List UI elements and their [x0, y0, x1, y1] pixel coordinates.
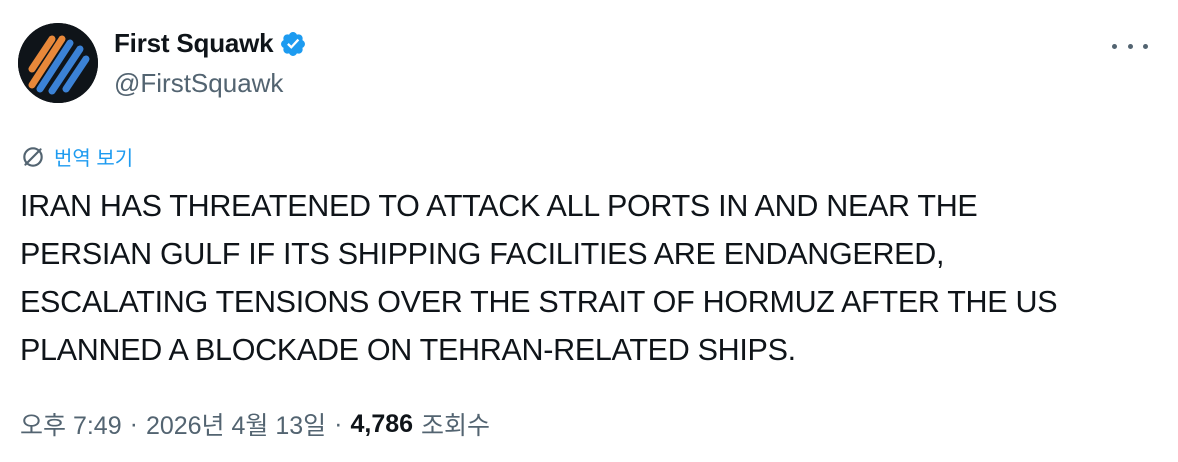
- tweet-text: IRAN HAS THREATENED TO ATTACK ALL PORTS …: [20, 182, 1140, 374]
- verified-badge-icon[interactable]: [279, 30, 307, 58]
- author-handle[interactable]: @FirstSquawk: [114, 68, 283, 99]
- author-name-row: First Squawk: [114, 28, 307, 59]
- tweet-text-line: ESCALATING TENSIONS OVER THE STRAIT OF H…: [20, 285, 1058, 319]
- tweet-time[interactable]: 오후 7:49: [20, 406, 122, 442]
- meta-separator: ·: [129, 409, 138, 438]
- tweet-text-line: PLANNED A BLOCKADE ON TEHRAN-RELATED SHI…: [20, 333, 796, 367]
- globe-translate-icon: [23, 146, 43, 167]
- views-label: 조회수: [421, 412, 491, 440]
- more-dot: [1127, 43, 1133, 49]
- more-dot: [1112, 43, 1117, 49]
- more-dot: [1143, 43, 1148, 49]
- meta-separator: ·: [334, 409, 343, 438]
- tweet-text-line: IRAN HAS THREATENED TO ATTACK ALL PORTS …: [20, 189, 978, 223]
- translate-link[interactable]: 번역 보기: [20, 142, 133, 171]
- tweet-meta: 오후 7:49 · 2026년 4월 13일 · 4,786 조회수: [20, 406, 490, 442]
- tweet-text-line: PERSIAN GULF IF ITS SHIPPING FACILITIES …: [20, 237, 945, 271]
- tweet-date[interactable]: 2026년 4월 13일: [146, 406, 326, 442]
- tweet-card: First Squawk @FirstSquawk 번역 보기 IRAN HAS…: [0, 0, 1178, 462]
- translate-label[interactable]: 번역 보기: [54, 142, 133, 171]
- first-squawk-logo-icon: [18, 23, 98, 103]
- avatar[interactable]: [18, 23, 98, 103]
- views-count: 4,786: [350, 409, 414, 438]
- author-display-name[interactable]: First Squawk: [114, 28, 274, 59]
- more-options-icon[interactable]: [1112, 34, 1148, 58]
